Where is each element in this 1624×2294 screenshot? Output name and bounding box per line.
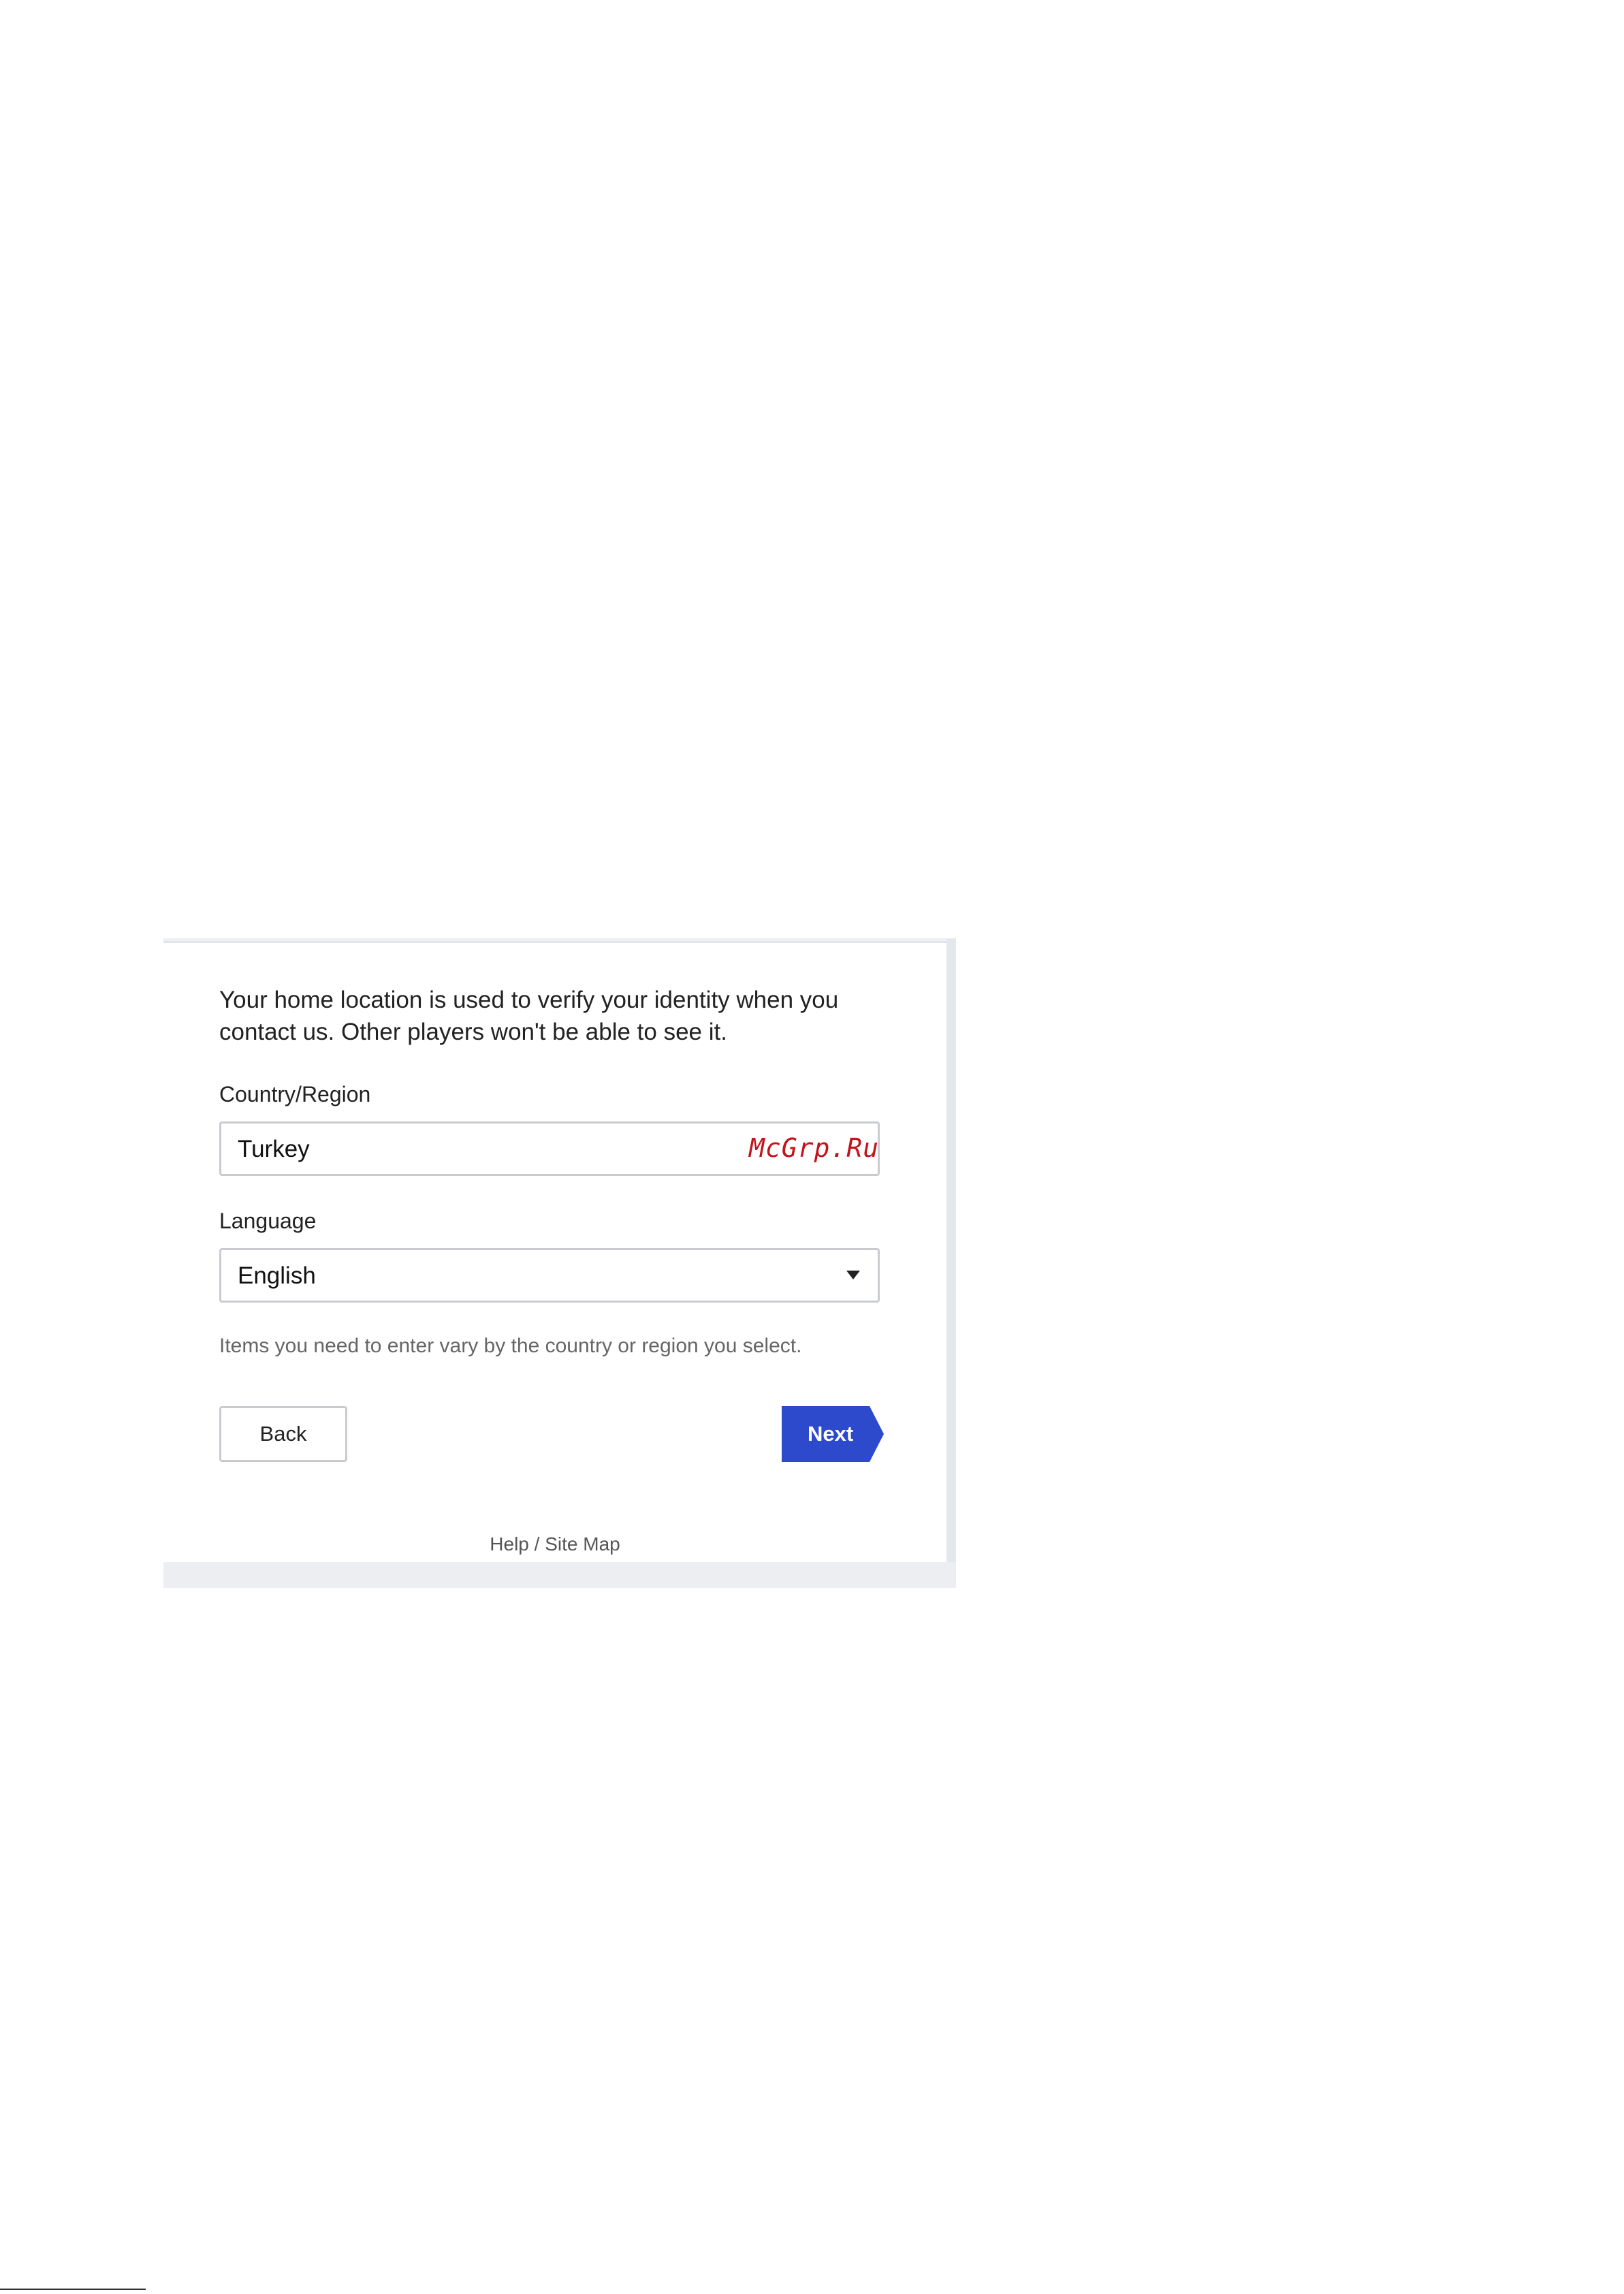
intro-text: Your home location is used to verify you… [219, 987, 839, 1045]
frame-shadow-right [946, 938, 956, 1588]
footer-separator: / [528, 1533, 545, 1555]
hint-text: Items you need to enter vary by the coun… [219, 1335, 802, 1357]
caret-down-icon[interactable] [846, 1271, 860, 1279]
frame-shadow-bottom [163, 1562, 956, 1588]
country-region-input[interactable] [238, 1136, 714, 1163]
home-location-screenshot: Your home location is used to verify you… [163, 938, 956, 1588]
help-link[interactable]: Help [490, 1533, 529, 1555]
location-form-card: Your home location is used to verify you… [163, 941, 946, 1564]
watermark-text: McGrp.Ru [748, 1133, 879, 1163]
language-select[interactable]: English [219, 1248, 880, 1303]
country-region-label: Country/Region [219, 1082, 371, 1106]
next-button[interactable]: Next [782, 1406, 884, 1462]
back-button[interactable]: Back [219, 1406, 347, 1462]
page-footer-rule [0, 2289, 146, 2290]
language-label: Language [219, 1209, 317, 1233]
language-selected-value: English [238, 1262, 316, 1289]
country-region-field[interactable]: McGrp.Ru [219, 1121, 880, 1176]
footer-links: Help / Site Map [163, 1533, 946, 1556]
site-map-link[interactable]: Site Map [545, 1533, 620, 1555]
